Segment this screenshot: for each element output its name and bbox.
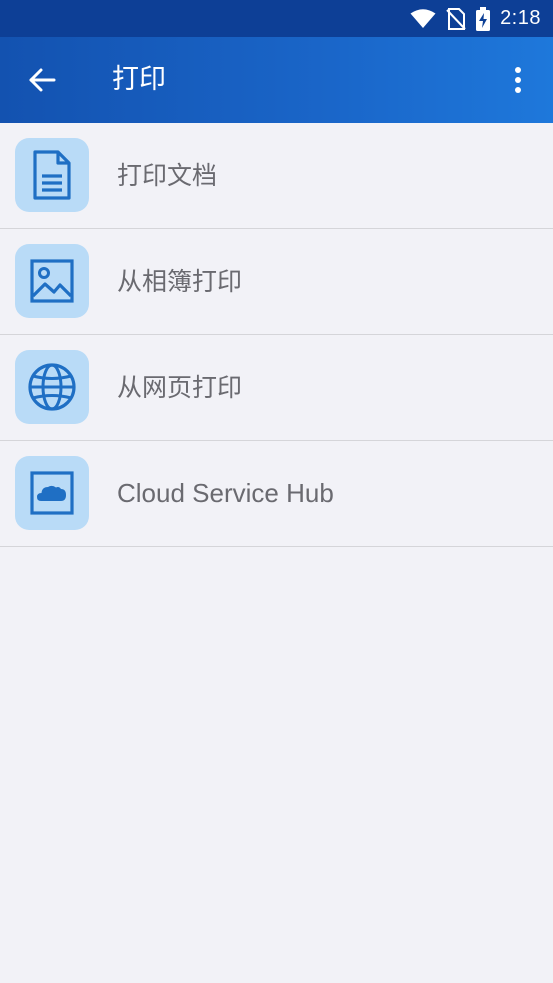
menu-item-label: Cloud Service Hub [117, 478, 334, 508]
arrow-left-icon [29, 68, 56, 92]
menu-item-label: 从相簿打印 [117, 267, 243, 296]
menu-item-print-from-web[interactable]: 从网页打印 [0, 335, 553, 441]
document-icon [15, 138, 89, 212]
no-sim-icon [446, 7, 466, 30]
print-options-list: 打印文档 从相簿打印 从网页打印 Cloud Service Hub [0, 123, 553, 547]
more-vertical-icon [515, 67, 521, 93]
cloud-icon [15, 456, 89, 530]
status-bar: 2:18 [0, 0, 553, 37]
battery-charging-icon [476, 6, 491, 31]
menu-item-cloud-service-hub[interactable]: Cloud Service Hub [0, 441, 553, 547]
page-title: 打印 [112, 64, 166, 95]
menu-item-label: 打印文档 [117, 161, 218, 190]
image-icon [15, 244, 89, 318]
back-button[interactable] [24, 64, 60, 96]
globe-icon [15, 350, 89, 424]
menu-item-label: 从网页打印 [117, 373, 243, 402]
status-time: 2:18 [500, 7, 541, 29]
menu-item-print-document[interactable]: 打印文档 [0, 123, 553, 229]
menu-item-print-from-album[interactable]: 从相簿打印 [0, 229, 553, 335]
wifi-icon [410, 8, 436, 29]
app-bar: 打印 [0, 37, 553, 123]
more-options-button[interactable] [503, 64, 533, 96]
